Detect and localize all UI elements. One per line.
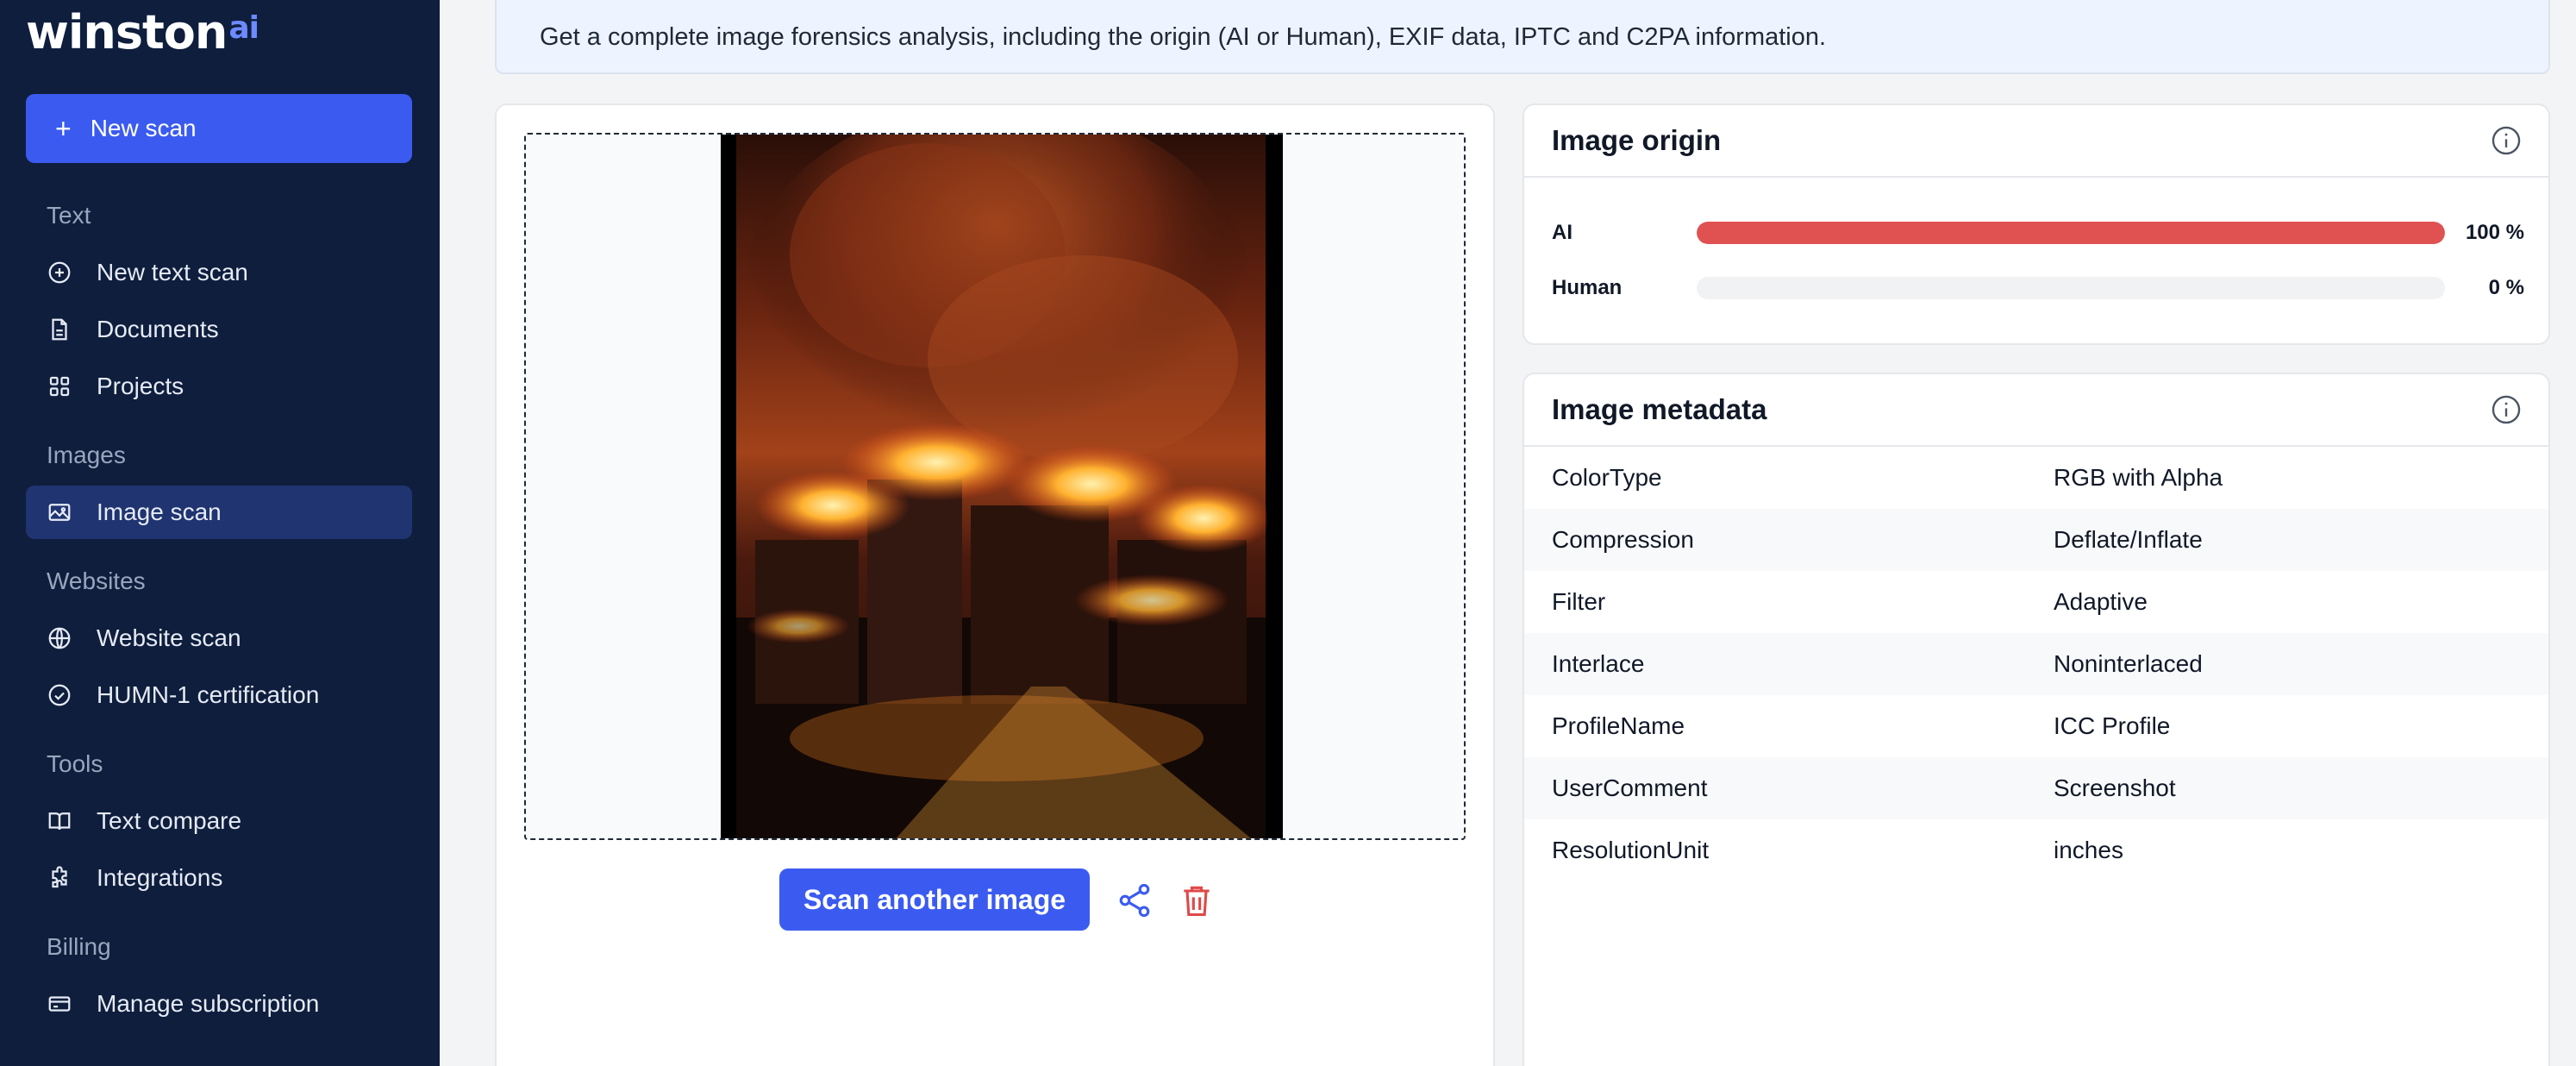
image-origin-title: Image origin	[1552, 124, 1722, 156]
sidebar-item-new-text-scan[interactable]: New text scan	[26, 246, 412, 299]
table-row: Interlace Noninterlaced	[1524, 633, 2548, 695]
table-row: ResolutionUnit inches	[1524, 819, 2548, 881]
metadata-key: Filter	[1552, 588, 1606, 615]
origin-label: Human	[1552, 276, 1623, 299]
image-preview-card: Scan another image	[495, 103, 1495, 1066]
sidebar-item-manage-subscription[interactable]: Manage subscription	[26, 977, 412, 1031]
new-scan-label: New scan	[90, 115, 197, 141]
metadata-value: Screenshot	[2054, 774, 2176, 801]
table-row: ProfileName ICC Profile	[1524, 695, 2548, 757]
brand-name: winston	[26, 5, 228, 60]
image-metadata-card: Image metadata ColorType RGB with Alpha C…	[1522, 373, 2550, 1066]
origin-row-ai: AI 100 %	[1552, 216, 2524, 250]
section-label-websites: Websites	[47, 567, 146, 594]
sidebar-item-website-scan[interactable]: Website scan	[26, 611, 412, 665]
share-icon[interactable]	[1116, 881, 1154, 919]
sidebar-item-documents[interactable]: Documents	[26, 303, 412, 356]
origin-value: 0 %	[2488, 276, 2524, 299]
metadata-key: ProfileName	[1552, 712, 1685, 739]
image-icon	[48, 504, 71, 521]
brand-suffix: ai	[228, 10, 259, 46]
globe-icon	[48, 627, 71, 649]
metadata-table: ColorType RGB with Alpha Compression Defla…	[1524, 447, 2548, 881]
uploaded-image	[721, 135, 1283, 838]
metadata-value: ICC Profile	[2054, 712, 2171, 739]
origin-label: AI	[1552, 221, 1572, 244]
metadata-key: Compression	[1552, 526, 1694, 553]
metadata-value: Adaptive	[2054, 588, 2148, 615]
sidebar-item-integrations[interactable]: Integrations	[26, 851, 412, 905]
metadata-key: ColorType	[1552, 464, 1662, 491]
plus-icon: +	[55, 113, 72, 144]
origin-bar-track	[1697, 222, 2445, 244]
sidebar-item-label: Text compare	[97, 807, 242, 834]
document-icon	[52, 318, 67, 341]
uploaded-image-render	[721, 135, 1283, 838]
sidebar-item-humn-certification[interactable]: HUMN-1 certification	[26, 668, 412, 722]
info-icon[interactable]	[2490, 393, 2523, 426]
info-icon[interactable]	[2490, 124, 2523, 157]
metadata-value: Deflate/Inflate	[2054, 526, 2203, 553]
metadata-key: ResolutionUnit	[1552, 837, 1710, 863]
scan-another-image-button[interactable]: Scan another image	[779, 868, 1090, 931]
section-label-images: Images	[47, 442, 126, 468]
table-row: Filter Adaptive	[1524, 571, 2548, 633]
metadata-key: Interlace	[1552, 650, 1645, 677]
sidebar-item-projects[interactable]: Projects	[26, 360, 412, 413]
sidebar-item-label: Integrations	[97, 864, 223, 891]
card-icon	[48, 996, 71, 1012]
brand-logo[interactable]: winstonai	[26, 5, 259, 66]
trash-icon[interactable]	[1178, 881, 1216, 919]
sidebar-item-label: HUMN-1 certification	[97, 681, 320, 708]
new-scan-button[interactable]: + New scan	[26, 94, 412, 163]
origin-row-human: Human 0 %	[1552, 271, 2524, 305]
section-label-billing: Billing	[47, 933, 111, 960]
table-row: Compression Deflate/Inflate	[1524, 509, 2548, 571]
sidebar-item-label: Projects	[97, 373, 184, 399]
sidebar-item-label: Documents	[97, 316, 219, 342]
sidebar-item-label: Website scan	[97, 624, 241, 651]
image-metadata-header: Image metadata	[1524, 374, 2548, 447]
origin-bar-fill	[1697, 222, 2445, 244]
image-metadata-title: Image metadata	[1552, 393, 1767, 425]
section-label-text: Text	[47, 202, 91, 229]
table-row: ColorType RGB with Alpha	[1524, 447, 2548, 509]
info-banner: Get a complete image forensics analysis,…	[495, 0, 2550, 74]
image-dropzone[interactable]	[524, 133, 1466, 840]
puzzle-icon	[52, 866, 67, 888]
sidebar: winstonai + New scan Text New text scan …	[0, 0, 440, 1066]
image-origin-card: Image origin AI 100 % Human 0 %	[1522, 103, 2550, 345]
banner-text: Get a complete image forensics analysis,…	[540, 22, 1827, 51]
book-icon	[48, 812, 71, 831]
sidebar-item-label: Manage subscription	[97, 990, 320, 1017]
sidebar-item-image-scan[interactable]: Image scan	[26, 486, 412, 539]
check-circle-icon	[48, 684, 71, 706]
plus-circle-icon	[48, 261, 71, 284]
sidebar-item-label: Image scan	[97, 499, 222, 525]
metadata-value: inches	[2054, 837, 2123, 863]
sidebar-item-text-compare[interactable]: Text compare	[26, 794, 412, 848]
sidebar-item-label: New text scan	[97, 259, 248, 285]
metadata-value: RGB with Alpha	[2054, 464, 2223, 491]
section-label-tools: Tools	[47, 750, 103, 777]
origin-value: 100 %	[2465, 221, 2524, 244]
table-row: UserComment Screenshot	[1524, 757, 2548, 819]
origin-bar-track	[1697, 277, 2445, 299]
metadata-key: UserComment	[1552, 774, 1708, 801]
grid-icon	[49, 376, 70, 397]
metadata-value: Noninterlaced	[2054, 650, 2203, 677]
image-origin-header: Image origin	[1524, 105, 2548, 178]
